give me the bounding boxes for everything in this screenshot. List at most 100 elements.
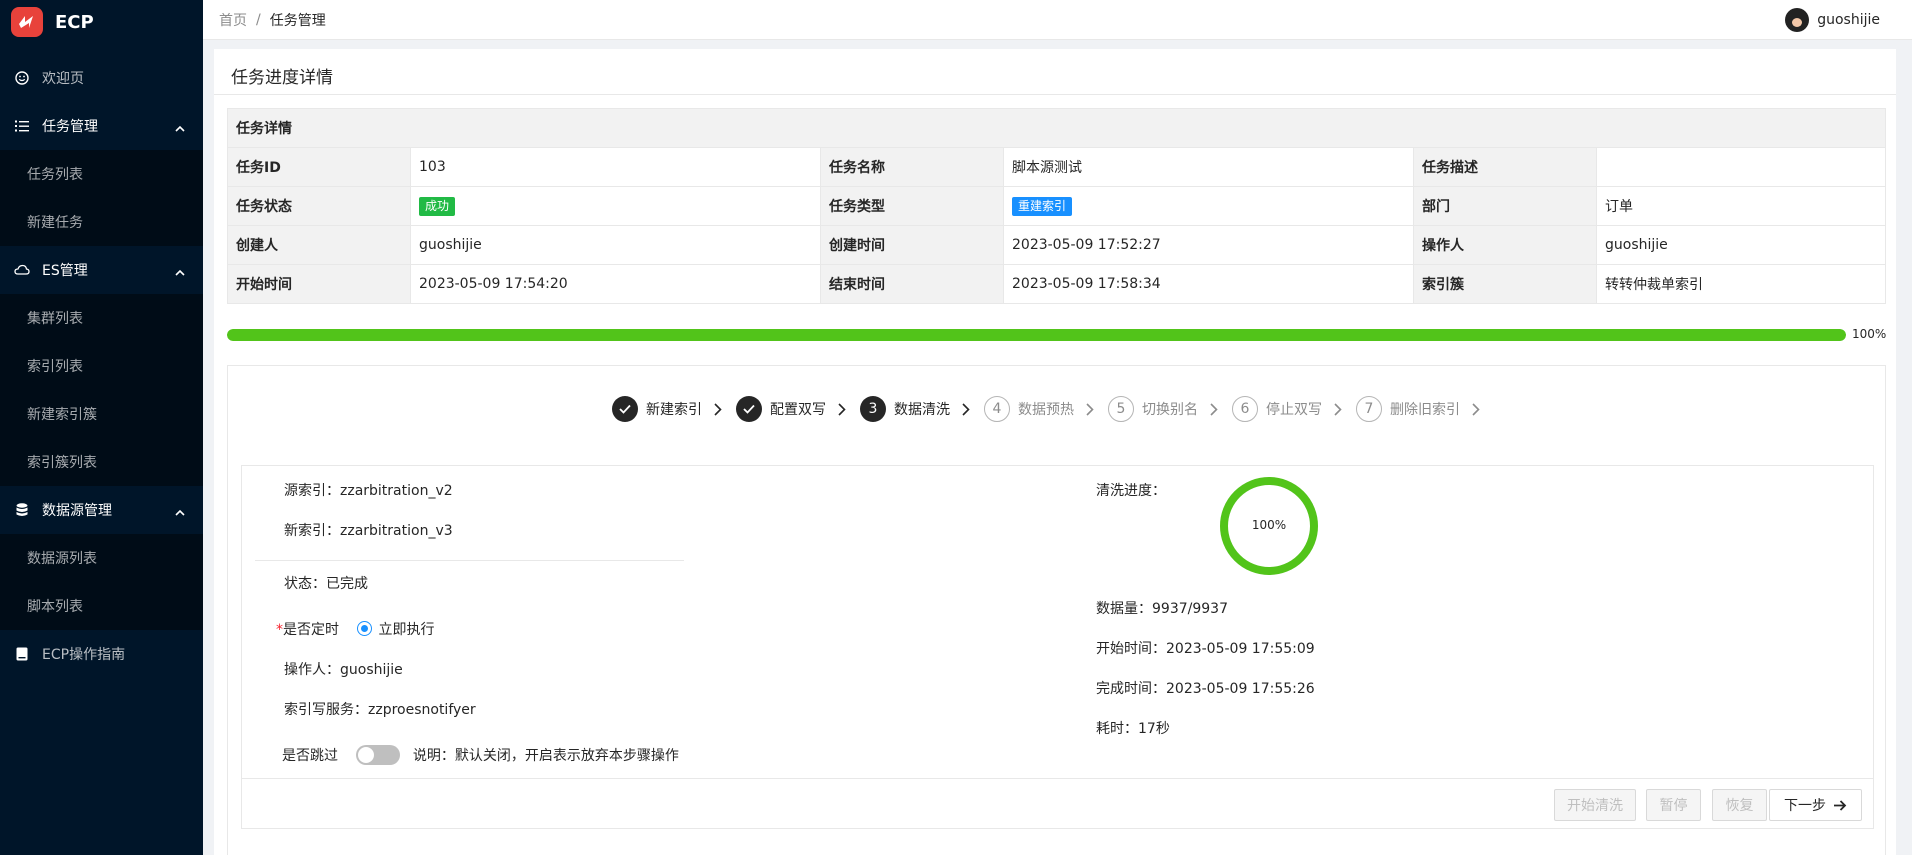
chevron-right-icon [1210, 402, 1218, 416]
sidebar-item-label: 数据源管理 [42, 503, 112, 519]
ecp-logo-icon [11, 7, 43, 37]
detail-value: 2023-05-09 17:52:27 [1003, 225, 1414, 265]
details-heading: 任务详情 [227, 108, 1886, 148]
sidebar-item-welcome[interactable]: 欢迎页 [0, 54, 203, 102]
check-icon [736, 396, 762, 422]
chevron-up-icon [175, 264, 185, 280]
sidebar-item-new-index-cluster[interactable]: 新建索引簇 [0, 390, 203, 438]
source-index-field: 源索引：zzarbitration_v2 [284, 483, 453, 499]
cloud-icon [14, 262, 30, 278]
sidebar-item-index-list[interactable]: 索引列表 [0, 342, 203, 390]
detail-value: 103 [410, 147, 821, 187]
database-icon [14, 502, 30, 518]
submenu-es: 集群列表 索引列表 新建索引簇 索引簇列表 [0, 294, 203, 486]
chevron-right-icon [838, 402, 846, 416]
cleaning-panel: 源索引：zzarbitration_v2 新索引：zzarbitration_v… [241, 465, 1874, 829]
skip-field: 是否跳过 说明：默认关闭，开启表示放弃本步骤操作 [282, 745, 679, 765]
sidebar-item-new-task[interactable]: 新建任务 [0, 198, 203, 246]
chevron-right-icon [1472, 402, 1480, 416]
sidebar-item-datasource-list[interactable]: 数据源列表 [0, 534, 203, 582]
scheduled-field: *是否定时 立即执行 [276, 621, 435, 638]
start-clean-button[interactable]: 开始清洗 [1554, 789, 1636, 821]
detail-label: 任务描述 [1413, 147, 1597, 187]
logo[interactable]: ECP [0, 0, 203, 44]
step-number: 6 [1232, 396, 1258, 422]
steps: 新建索引 配置双写 3 数据清洗 4 数据预热 5 切换别名 6 停止双写 7 删除旧索引 [612, 396, 1494, 422]
detail-value: guoshijie [410, 225, 821, 265]
resume-button[interactable]: 恢复 [1712, 789, 1767, 821]
book-icon [14, 646, 30, 662]
sidebar-item-script-list[interactable]: 脚本列表 [0, 582, 203, 630]
required-mark: * [276, 622, 283, 638]
step-item: 新建索引 [612, 396, 722, 422]
start-time-field: 开始时间：2023-05-09 17:55:09 [1096, 641, 1315, 657]
detail-value: 2023-05-09 17:58:34 [1003, 264, 1414, 304]
step-label: 停止双写 [1266, 402, 1322, 418]
breadcrumb-home[interactable]: 首页 [219, 10, 247, 30]
sidebar-item-cluster-list[interactable]: 集群列表 [0, 294, 203, 342]
detail-label: 任务状态 [227, 186, 411, 226]
steps-card: 新建索引 配置双写 3 数据清洗 4 数据预热 5 切换别名 6 停止双写 7 删除旧索引 源索引：z… [227, 365, 1886, 855]
sidebar-item-guide[interactable]: ECP操作指南 [0, 630, 203, 678]
list-icon [14, 118, 30, 134]
skip-toggle[interactable] [356, 745, 401, 765]
sidebar-item-label: 任务管理 [42, 119, 98, 135]
immediate-radio[interactable] [357, 621, 373, 636]
sidebar-group-es[interactable]: ES管理 [0, 246, 203, 294]
step-item: 6 停止双写 [1232, 396, 1342, 422]
breadcrumb: 首页 / 任务管理 [219, 10, 326, 30]
detail-value [1596, 147, 1886, 187]
step-number: 7 [1356, 396, 1382, 422]
chevron-right-icon [962, 402, 970, 416]
step-label: 新建索引 [646, 402, 702, 418]
detail-label: 索引簇 [1413, 264, 1597, 304]
submenu-datasource: 数据源列表 脚本列表 [0, 534, 203, 630]
app-name: ECP [55, 11, 94, 33]
table-row: 创建人 guoshijie 创建时间 2023-05-09 17:52:27 操… [227, 225, 1886, 265]
pause-button[interactable]: 暂停 [1646, 789, 1701, 821]
sidebar-item-index-cluster-list[interactable]: 索引簇列表 [0, 438, 203, 486]
status-field: 状态：已完成 [284, 576, 368, 592]
detail-label: 结束时间 [820, 264, 1004, 304]
step-item: 7 删除旧索引 [1356, 396, 1480, 422]
button-label: 下一步 [1784, 798, 1826, 814]
write-service-field: 索引写服务：zzproesnotifyer [284, 702, 476, 718]
detail-label: 部门 [1413, 186, 1597, 226]
sidebar-item-label: ECP操作指南 [42, 647, 126, 663]
table-row: 任务状态 成功 任务类型 重建索引 部门 订单 [227, 186, 1886, 226]
chevron-right-icon [714, 402, 722, 416]
table-row: 任务ID 103 任务名称 脚本源测试 任务描述 [227, 147, 1886, 187]
progress-text: 100% [1852, 327, 1887, 341]
check-icon [612, 396, 638, 422]
task-progress-bar [227, 329, 1846, 341]
breadcrumb-current: 任务管理 [269, 12, 326, 29]
new-index-field: 新索引：zzarbitration_v3 [284, 523, 453, 539]
action-bar: 开始清洗 暂停 恢复 下一步 [242, 778, 1873, 829]
sidebar-item-task-list[interactable]: 任务列表 [0, 150, 203, 198]
step-label: 数据清洗 [894, 402, 950, 418]
step-number: 5 [1108, 396, 1134, 422]
detail-value: 转转仲裁单索引 [1596, 264, 1886, 304]
status-badge: 成功 [419, 196, 456, 216]
top-header: 首页 / 任务管理 guoshijie [203, 0, 1912, 40]
divider [214, 94, 1896, 95]
detail-value: guoshijie [1596, 225, 1886, 265]
detail-label: 创建时间 [820, 225, 1004, 265]
step-label: 删除旧索引 [1390, 402, 1460, 418]
sidebar-group-datasource[interactable]: 数据源管理 [0, 486, 203, 534]
step-item: 3 数据清洗 [860, 396, 970, 422]
step-label: 配置双写 [770, 402, 826, 418]
next-step-button[interactable]: 下一步 [1769, 789, 1862, 821]
divider [255, 560, 684, 561]
main-content: 任务进度详情 任务详情 任务ID 103 任务名称 脚本源测试 任务描述 任务状… [214, 49, 1896, 855]
step-number: 4 [984, 396, 1010, 422]
user-menu[interactable]: guoshijie [1785, 0, 1880, 40]
sidebar-group-task[interactable]: 任务管理 [0, 102, 203, 150]
page-title: 任务进度详情 [231, 68, 333, 88]
radio-label[interactable]: 立即执行 [378, 622, 434, 638]
step-number: 3 [860, 396, 886, 422]
duration-field: 耗时：17秒 [1096, 721, 1170, 737]
progress-fill [227, 329, 1846, 341]
detail-label: 开始时间 [227, 264, 411, 304]
table-header-row: 任务详情 [227, 108, 1886, 148]
